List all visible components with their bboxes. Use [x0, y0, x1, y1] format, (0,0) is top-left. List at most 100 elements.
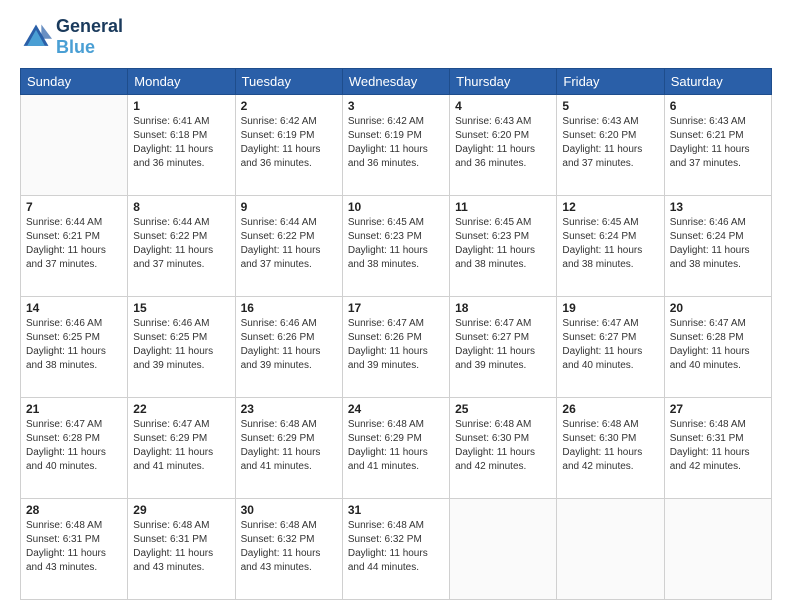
calendar-cell: 4 Sunrise: 6:43 AM Sunset: 6:20 PM Daylig… [450, 95, 557, 196]
calendar-cell: 28 Sunrise: 6:48 AM Sunset: 6:31 PM Dayli… [21, 499, 128, 600]
day-number: 30 [241, 503, 337, 517]
calendar-cell: 31Sunrise: 6:48 AM Sunset: 6:32 PM Dayli… [342, 499, 449, 600]
day-number: 27 [670, 402, 766, 416]
calendar-cell: 6 Sunrise: 6:43 AM Sunset: 6:21 PM Daylig… [664, 95, 771, 196]
day-number: 17 [348, 301, 444, 315]
calendar-cell: 23 Sunrise: 6:48 AM Sunset: 6:29 PM Dayli… [235, 398, 342, 499]
calendar-week-row: 28 Sunrise: 6:48 AM Sunset: 6:31 PM Dayli… [21, 499, 772, 600]
calendar-cell: 2 Sunrise: 6:42 AM Sunset: 6:19 PM Daylig… [235, 95, 342, 196]
cell-info: Sunrise: 6:45 AM Sunset: 6:23 PM Dayligh… [455, 216, 551, 272]
cell-info: Sunrise: 6:48 AM Sunset: 6:30 PM Dayligh… [562, 418, 658, 474]
day-number: 6 [670, 99, 766, 113]
cell-info: Sunrise: 6:45 AM Sunset: 6:23 PM Dayligh… [348, 216, 444, 272]
calendar-cell: 9 Sunrise: 6:44 AM Sunset: 6:22 PM Daylig… [235, 196, 342, 297]
calendar-cell: 18 Sunrise: 6:47 AM Sunset: 6:27 PM Dayli… [450, 297, 557, 398]
cell-info: Sunrise: 6:43 AM Sunset: 6:21 PM Dayligh… [670, 115, 766, 171]
cell-info: Sunrise: 6:43 AM Sunset: 6:20 PM Dayligh… [562, 115, 658, 171]
cell-info: Sunrise: 6:44 AM Sunset: 6:22 PM Dayligh… [133, 216, 229, 272]
weekday-header: Wednesday [342, 69, 449, 95]
cell-info: Sunrise: 6:46 AM Sunset: 6:26 PM Dayligh… [241, 317, 337, 373]
calendar-cell: 11 Sunrise: 6:45 AM Sunset: 6:23 PM Dayli… [450, 196, 557, 297]
header: General Blue [20, 16, 772, 58]
calendar-cell: 24 Sunrise: 6:48 AM Sunset: 6:29 PM Dayli… [342, 398, 449, 499]
day-number: 12 [562, 200, 658, 214]
calendar-week-row: 7Sunrise: 6:44 AM Sunset: 6:21 PM Daylig… [21, 196, 772, 297]
calendar-week-row: 1 Sunrise: 6:41 AM Sunset: 6:18 PM Daylig… [21, 95, 772, 196]
logo-icon [20, 21, 52, 53]
day-number: 13 [670, 200, 766, 214]
calendar-cell: 1 Sunrise: 6:41 AM Sunset: 6:18 PM Daylig… [128, 95, 235, 196]
calendar-cell: 30Sunrise: 6:48 AM Sunset: 6:32 PM Dayli… [235, 499, 342, 600]
cell-info: Sunrise: 6:42 AM Sunset: 6:19 PM Dayligh… [241, 115, 337, 171]
cell-info: Sunrise: 6:41 AM Sunset: 6:18 PM Dayligh… [133, 115, 229, 171]
cell-info: Sunrise: 6:48 AM Sunset: 6:29 PM Dayligh… [241, 418, 337, 474]
page: General Blue SundayMondayTuesdayWednesda… [0, 0, 792, 612]
day-number: 23 [241, 402, 337, 416]
calendar-cell [664, 499, 771, 600]
calendar-cell: 12 Sunrise: 6:45 AM Sunset: 6:24 PM Dayli… [557, 196, 664, 297]
calendar-cell [557, 499, 664, 600]
day-number: 28 [26, 503, 122, 517]
calendar-week-row: 14 Sunrise: 6:46 AM Sunset: 6:25 PM Dayli… [21, 297, 772, 398]
day-number: 4 [455, 99, 551, 113]
day-number: 15 [133, 301, 229, 315]
day-number: 26 [562, 402, 658, 416]
calendar-cell: 10Sunrise: 6:45 AM Sunset: 6:23 PM Dayli… [342, 196, 449, 297]
day-number: 18 [455, 301, 551, 315]
calendar-cell: 19 Sunrise: 6:47 AM Sunset: 6:27 PM Dayli… [557, 297, 664, 398]
calendar-cell [450, 499, 557, 600]
calendar-cell: 26 Sunrise: 6:48 AM Sunset: 6:30 PM Dayli… [557, 398, 664, 499]
cell-info: Sunrise: 6:48 AM Sunset: 6:31 PM Dayligh… [26, 519, 122, 575]
logo: General Blue [20, 16, 123, 58]
cell-info: Sunrise: 6:47 AM Sunset: 6:28 PM Dayligh… [26, 418, 122, 474]
cell-info: Sunrise: 6:47 AM Sunset: 6:27 PM Dayligh… [455, 317, 551, 373]
cell-info: Sunrise: 6:46 AM Sunset: 6:24 PM Dayligh… [670, 216, 766, 272]
day-number: 19 [562, 301, 658, 315]
calendar-header-row: SundayMondayTuesdayWednesdayThursdayFrid… [21, 69, 772, 95]
calendar-cell: 20Sunrise: 6:47 AM Sunset: 6:28 PM Dayli… [664, 297, 771, 398]
cell-info: Sunrise: 6:47 AM Sunset: 6:26 PM Dayligh… [348, 317, 444, 373]
day-number: 14 [26, 301, 122, 315]
cell-info: Sunrise: 6:48 AM Sunset: 6:31 PM Dayligh… [133, 519, 229, 575]
calendar-cell: 15 Sunrise: 6:46 AM Sunset: 6:25 PM Dayli… [128, 297, 235, 398]
calendar-cell: 25Sunrise: 6:48 AM Sunset: 6:30 PM Dayli… [450, 398, 557, 499]
cell-info: Sunrise: 6:45 AM Sunset: 6:24 PM Dayligh… [562, 216, 658, 272]
weekday-header: Friday [557, 69, 664, 95]
calendar-table: SundayMondayTuesdayWednesdayThursdayFrid… [20, 68, 772, 600]
calendar-cell: 16Sunrise: 6:46 AM Sunset: 6:26 PM Dayli… [235, 297, 342, 398]
calendar-cell: 14 Sunrise: 6:46 AM Sunset: 6:25 PM Dayli… [21, 297, 128, 398]
day-number: 21 [26, 402, 122, 416]
day-number: 1 [133, 99, 229, 113]
day-number: 11 [455, 200, 551, 214]
day-number: 22 [133, 402, 229, 416]
cell-info: Sunrise: 6:47 AM Sunset: 6:28 PM Dayligh… [670, 317, 766, 373]
cell-info: Sunrise: 6:46 AM Sunset: 6:25 PM Dayligh… [26, 317, 122, 373]
cell-info: Sunrise: 6:48 AM Sunset: 6:29 PM Dayligh… [348, 418, 444, 474]
calendar-cell: 3 Sunrise: 6:42 AM Sunset: 6:19 PM Daylig… [342, 95, 449, 196]
day-number: 8 [133, 200, 229, 214]
calendar-cell [21, 95, 128, 196]
weekday-header: Tuesday [235, 69, 342, 95]
day-number: 2 [241, 99, 337, 113]
weekday-header: Saturday [664, 69, 771, 95]
cell-info: Sunrise: 6:42 AM Sunset: 6:19 PM Dayligh… [348, 115, 444, 171]
cell-info: Sunrise: 6:46 AM Sunset: 6:25 PM Dayligh… [133, 317, 229, 373]
day-number: 24 [348, 402, 444, 416]
cell-info: Sunrise: 6:48 AM Sunset: 6:31 PM Dayligh… [670, 418, 766, 474]
calendar-cell: 27 Sunrise: 6:48 AM Sunset: 6:31 PM Dayli… [664, 398, 771, 499]
calendar-cell: 7Sunrise: 6:44 AM Sunset: 6:21 PM Daylig… [21, 196, 128, 297]
day-number: 9 [241, 200, 337, 214]
day-number: 5 [562, 99, 658, 113]
cell-info: Sunrise: 6:48 AM Sunset: 6:32 PM Dayligh… [348, 519, 444, 575]
calendar-week-row: 21 Sunrise: 6:47 AM Sunset: 6:28 PM Dayli… [21, 398, 772, 499]
logo-text: General Blue [56, 16, 123, 58]
cell-info: Sunrise: 6:43 AM Sunset: 6:20 PM Dayligh… [455, 115, 551, 171]
weekday-header: Thursday [450, 69, 557, 95]
calendar-cell: 8 Sunrise: 6:44 AM Sunset: 6:22 PM Daylig… [128, 196, 235, 297]
day-number: 3 [348, 99, 444, 113]
calendar-cell: 29Sunrise: 6:48 AM Sunset: 6:31 PM Dayli… [128, 499, 235, 600]
cell-info: Sunrise: 6:44 AM Sunset: 6:22 PM Dayligh… [241, 216, 337, 272]
cell-info: Sunrise: 6:47 AM Sunset: 6:27 PM Dayligh… [562, 317, 658, 373]
calendar-cell: 13 Sunrise: 6:46 AM Sunset: 6:24 PM Dayli… [664, 196, 771, 297]
cell-info: Sunrise: 6:47 AM Sunset: 6:29 PM Dayligh… [133, 418, 229, 474]
